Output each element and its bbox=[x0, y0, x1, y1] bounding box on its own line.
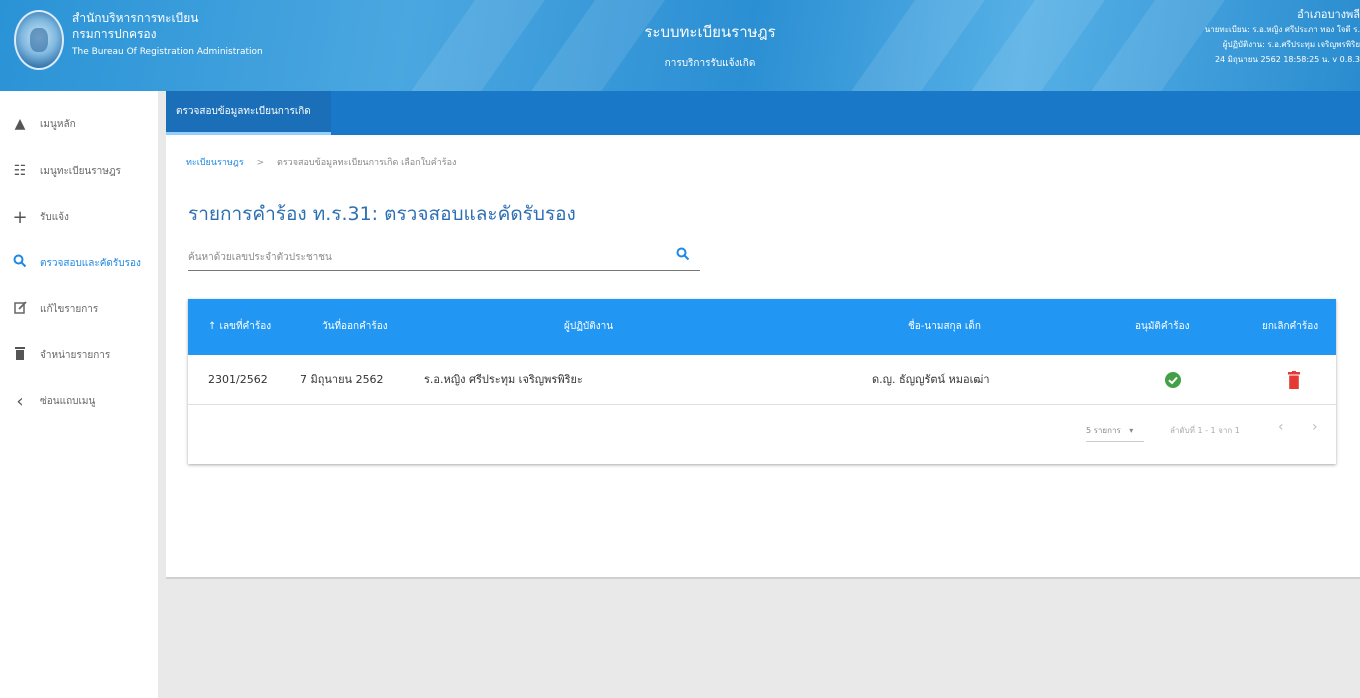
sidebar-item-main-menu[interactable]: ▲ เมนูหลัก bbox=[0, 104, 158, 144]
sidebar-item-label: เมนูหลัก bbox=[40, 118, 76, 130]
operator-name: ผู้ปฏิบัติงาน: ร.อ.ศรีประทุม เจริญพรพิริ… bbox=[1222, 40, 1360, 49]
system-title: ระบบทะเบียนราษฎร bbox=[644, 23, 776, 41]
edit-icon bbox=[0, 300, 40, 318]
tab-verify-birth-registration[interactable]: ตรวจสอบข้อมูลทะเบียนการเกิด bbox=[166, 91, 331, 135]
sidebar-item-label: รับแจ้ง bbox=[40, 211, 69, 223]
search-bar bbox=[188, 245, 700, 271]
cell-child-name: ด.ญ. ธัญญรัตน์ หมอเฒ่า bbox=[872, 373, 990, 386]
search-icon[interactable] bbox=[676, 247, 690, 261]
column-header-cancel: ยกเลิกคำร้อง bbox=[1262, 321, 1319, 332]
org-name-english: The Bureau Of Registration Administratio… bbox=[72, 47, 263, 57]
breadcrumb-current: ตรวจสอบข้อมูลทะเบียนการเกิด เลือกใบคำร้อ… bbox=[276, 158, 457, 168]
registrar-name: นายทะเบียน: ร.อ.หญิง ศรีประภา ทอง ใจดี ร… bbox=[1204, 25, 1360, 34]
content-panel: ทะเบียนราษฎร > ตรวจสอบข้อมูลทะเบียนการเก… bbox=[166, 135, 1360, 577]
sidebar-item-label: ตรวจสอบและคัดรับรอง bbox=[40, 257, 141, 269]
department-seal-logo bbox=[14, 10, 64, 70]
sidebar-item-hide-menu[interactable]: ‹ ซ่อนแถบเมนู bbox=[0, 381, 158, 421]
tab-bar: ตรวจสอบข้อมูลทะเบียนการเกิด bbox=[166, 91, 1360, 135]
table-pagination: 5 รายการ ▾ ลำดับที่ 1 - 1 จาก 1 ‹ › bbox=[188, 405, 1336, 464]
cell-officer: ร.อ.หญิง ศรีประทุม เจริญพรพิริยะ bbox=[424, 373, 583, 386]
prev-page-button[interactable]: ‹ bbox=[1278, 419, 1284, 435]
cell-date: 7 มิถุนายน 2562 bbox=[300, 373, 384, 386]
chevron-down-icon: ▾ bbox=[1129, 426, 1134, 435]
sidebar-item-label: จำหน่ายรายการ bbox=[40, 349, 111, 361]
system-title-block: ระบบทะเบียนราษฎร การบริการรับแจ้งเกิด bbox=[560, 20, 860, 71]
user-info: อำเภอบางพลี นายทะเบียน: ร.อ.หญิง ศรีประภ… bbox=[1160, 8, 1360, 67]
column-header-child-name[interactable]: ชื่อ-นามสกุล เด็ก bbox=[908, 299, 981, 355]
sidebar-item-registration-menu[interactable]: ☷ เมนูทะเบียนราษฎร bbox=[0, 151, 158, 191]
table-header: ↑ เลขที่คำร้อง วันที่ออกคำร้อง ผู้ปฏิบัต… bbox=[188, 299, 1336, 355]
sidebar-item-label: แก้ไขรายการ bbox=[40, 303, 99, 315]
sidebar-item-edit-record[interactable]: แก้ไขรายการ bbox=[0, 289, 158, 329]
sidebar-item-receive-report[interactable]: + รับแจ้ง bbox=[0, 197, 158, 237]
column-header-date[interactable]: วันที่ออกคำร้อง bbox=[322, 299, 388, 355]
sidebar: ▲ เมนูหลัก ☷ เมนูทะเบียนราษฎร + รับแจ้ง … bbox=[0, 91, 158, 698]
grid-icon: ☷ bbox=[13, 163, 27, 179]
cell-request-no: 2301/2562 bbox=[208, 373, 268, 386]
sidebar-item-verify-certify[interactable]: ตรวจสอบและคัดรับรอง bbox=[0, 243, 158, 283]
breadcrumb-root-link[interactable]: ทะเบียนราษฎร bbox=[186, 158, 244, 168]
rows-per-page-select[interactable]: 5 รายการ ▾ bbox=[1086, 424, 1144, 442]
table-row[interactable]: 2301/2562 7 มิถุนายน 2562 ร.อ.หญิง ศรีปร… bbox=[188, 355, 1336, 405]
sidebar-item-remove-record[interactable]: จำหน่ายรายการ bbox=[0, 335, 158, 375]
column-header-request-no[interactable]: ↑ เลขที่คำร้อง bbox=[208, 299, 271, 355]
search-icon bbox=[0, 254, 40, 272]
organization-name: สำนักบริหารการทะเบียน กรมการปกครอง The B… bbox=[72, 10, 263, 62]
check-circle-icon[interactable] bbox=[1165, 372, 1181, 388]
column-header-officer[interactable]: ผู้ปฏิบัติงาน bbox=[564, 299, 613, 355]
rows-per-page-value: 5 รายการ bbox=[1086, 426, 1121, 435]
breadcrumb: ทะเบียนราษฎร > ตรวจสอบข้อมูลทะเบียนการเก… bbox=[186, 155, 456, 169]
main-content: ตรวจสอบข้อมูลทะเบียนการเกิด ทะเบียนราษฎร… bbox=[158, 91, 1360, 698]
datetime-version: 24 มิถุนายน 2562 18:58:25 น. v 0.8.3 bbox=[1214, 55, 1360, 64]
breadcrumb-separator: > bbox=[256, 158, 265, 168]
next-page-button[interactable]: › bbox=[1312, 419, 1318, 435]
sidebar-item-label: ซ่อนแถบเมนู bbox=[40, 395, 96, 407]
sidebar-item-label: เมนูทะเบียนราษฎร bbox=[40, 165, 121, 177]
org-name-thai: สำนักบริหารการทะเบียน bbox=[72, 11, 199, 25]
org-department-thai: กรมการปกครอง bbox=[72, 27, 157, 41]
trash-icon[interactable] bbox=[1288, 371, 1300, 389]
search-input[interactable] bbox=[188, 245, 658, 270]
app-header: สำนักบริหารการทะเบียน กรมการปกครอง The B… bbox=[0, 0, 1360, 91]
panel-divider bbox=[166, 577, 1360, 579]
district-name: อำเภอบางพลี bbox=[1297, 8, 1360, 21]
chevron-left-icon: ‹ bbox=[16, 390, 24, 412]
home-icon: ▲ bbox=[14, 116, 26, 132]
request-table: ↑ เลขที่คำร้อง วันที่ออกคำร้อง ผู้ปฏิบัต… bbox=[188, 299, 1336, 464]
system-subtitle: การบริการรับแจ้งเกิด bbox=[664, 58, 756, 69]
plus-icon: + bbox=[12, 206, 28, 228]
page-title: รายการคำร้อง ท.ร.31: ตรวจสอบและคัดรับรอง bbox=[188, 203, 576, 225]
trash-icon bbox=[0, 346, 40, 364]
pagination-range: ลำดับที่ 1 - 1 จาก 1 bbox=[1170, 426, 1240, 435]
column-header-approve: อนุมัติคำร้อง bbox=[1135, 321, 1190, 332]
